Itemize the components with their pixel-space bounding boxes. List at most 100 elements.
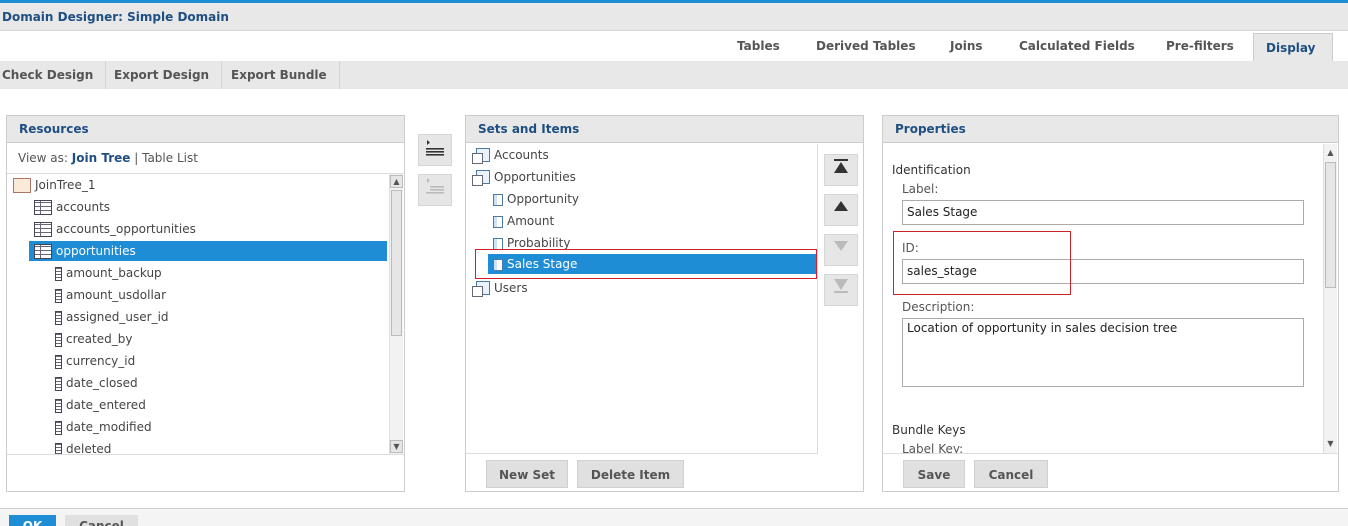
sets-tree: Accounts Opportunities Opportunity Amoun… [466, 144, 818, 454]
item-icon [493, 215, 503, 228]
tree-node-accounts-opportunities[interactable]: accounts_opportunities [34, 219, 196, 239]
title-bar: Domain Designer: Simple Domain [0, 3, 1348, 31]
tab-display[interactable]: Display [1253, 33, 1333, 61]
export-bundle-button[interactable]: Export Bundle [219, 61, 340, 89]
table-icon [34, 244, 52, 259]
tree-node-opportunities[interactable]: opportunities [29, 241, 387, 261]
tree-node-column[interactable]: amount_backup [55, 263, 162, 283]
window-title: Domain Designer: Simple Domain [2, 10, 229, 24]
scroll-up-arrow[interactable]: ▲ [1324, 147, 1337, 160]
set-node-opportunities[interactable]: Opportunities [472, 167, 576, 187]
tree-node-column[interactable]: amount_usdollar [55, 285, 166, 305]
tree-node-column[interactable]: currency_id [55, 351, 135, 371]
scroll-thumb[interactable] [1325, 162, 1336, 288]
tree-node-jointree[interactable]: JoinTree_1 [13, 175, 95, 195]
column-icon [55, 310, 62, 325]
table-icon [34, 200, 52, 215]
delete-item-button[interactable]: Delete Item [577, 460, 684, 488]
move-to-top-button[interactable] [824, 154, 858, 186]
add-as-set-button[interactable] [418, 174, 452, 206]
export-design-button[interactable]: Export Design [102, 61, 223, 89]
tab-calculated-fields[interactable]: Calculated Fields [1007, 31, 1147, 61]
tab-tables[interactable]: Tables [725, 31, 792, 61]
set-node-accounts[interactable]: Accounts [472, 145, 549, 165]
table-icon [34, 222, 52, 237]
check-design-button[interactable]: Check Design [0, 61, 107, 89]
properties-header: Properties [883, 116, 1338, 143]
add-to-set-button[interactable] [418, 134, 452, 166]
id-highlight-box [893, 231, 1071, 295]
column-icon [55, 288, 62, 303]
toolbar: Check Design Export Design Export Bundle [0, 61, 1348, 89]
tree-node-column[interactable]: created_by [55, 329, 132, 349]
selected-item-highlight-box [475, 249, 817, 279]
item-icon [493, 237, 503, 250]
tab-joins[interactable]: Joins [938, 31, 995, 61]
join-tree-link[interactable]: Join Tree [72, 151, 131, 165]
label-key-field-label: Label Key: [902, 442, 964, 454]
tree-node-column[interactable]: deleted [55, 439, 111, 454]
move-down-button[interactable] [824, 234, 858, 266]
tab-pre-filters[interactable]: Pre-filters [1154, 31, 1246, 61]
move-up-button[interactable] [824, 194, 858, 226]
column-icon [55, 332, 62, 347]
description-field-label: Description: [902, 300, 975, 314]
tree-node-column[interactable]: assigned_user_id [55, 307, 169, 327]
tree-node-accounts[interactable]: accounts [34, 197, 110, 217]
label-input[interactable]: Sales Stage [902, 200, 1304, 225]
save-button[interactable]: Save [903, 460, 965, 488]
sets-items-header: Sets and Items [466, 116, 863, 143]
move-to-bottom-button[interactable] [824, 274, 858, 306]
tab-bar: Tables Derived Tables Joins Calculated F… [0, 31, 1348, 61]
join-tree-icon [13, 178, 31, 193]
column-icon [55, 420, 62, 435]
set-icon [472, 147, 490, 164]
add-set-icon [426, 178, 444, 194]
scroll-down-arrow[interactable]: ▼ [1324, 438, 1337, 451]
footer-bar: OK Cancel [0, 508, 1348, 526]
properties-cancel-button[interactable]: Cancel [974, 460, 1048, 488]
properties-form: Identification Label: Sales Stage ID: sa… [883, 144, 1338, 454]
move-down-icon [834, 241, 848, 251]
resources-scrollbar[interactable]: ▲ ▼ [389, 174, 403, 454]
column-icon [55, 354, 62, 369]
cancel-button[interactable]: Cancel [65, 515, 138, 526]
column-icon [55, 376, 62, 391]
resources-header: Resources [7, 116, 404, 143]
view-as-row: View as: Join Tree | Table List [18, 151, 198, 165]
set-icon [472, 169, 490, 186]
column-icon [55, 398, 62, 413]
column-icon [55, 442, 62, 454]
add-items-icon [426, 140, 444, 156]
item-icon [493, 193, 503, 206]
tree-node-column[interactable]: date_modified [55, 417, 152, 437]
table-list-link[interactable]: Table List [142, 151, 198, 165]
description-textarea[interactable]: Location of opportunity in sales decisio… [902, 318, 1304, 387]
scroll-down-arrow[interactable]: ▼ [390, 440, 403, 453]
tree-node-column[interactable]: date_entered [55, 395, 146, 415]
view-as-label: View as: [18, 151, 68, 165]
move-up-icon [834, 201, 848, 211]
ok-button[interactable]: OK [9, 515, 56, 526]
properties-scrollbar[interactable]: ▲ ▼ [1323, 144, 1337, 453]
resources-panel: Resources View as: Join Tree | Table Lis… [6, 115, 405, 492]
new-set-button[interactable]: New Set [486, 460, 568, 488]
set-node-users[interactable]: Users [472, 278, 528, 298]
item-node-opportunity[interactable]: Opportunity [493, 189, 579, 209]
bundle-keys-heading: Bundle Keys [892, 423, 966, 437]
properties-panel: Properties Identification Label: Sales S… [882, 115, 1339, 492]
tab-derived-tables[interactable]: Derived Tables [804, 31, 928, 61]
move-top-icon [834, 159, 848, 173]
item-node-amount[interactable]: Amount [493, 211, 554, 231]
view-separator: | [134, 151, 139, 165]
scroll-up-arrow[interactable]: ▲ [390, 175, 403, 188]
column-icon [55, 266, 62, 281]
move-bottom-icon [834, 279, 848, 293]
identification-heading: Identification [892, 163, 971, 177]
label-field-label: Label: [902, 182, 939, 196]
set-icon [472, 280, 490, 297]
join-tree: JoinTree_1 accounts accounts_opportuniti… [7, 173, 404, 455]
tree-node-column[interactable]: date_closed [55, 373, 138, 393]
sets-items-panel: Sets and Items Accounts Opportunities Op… [465, 115, 864, 492]
scroll-thumb[interactable] [391, 190, 402, 336]
